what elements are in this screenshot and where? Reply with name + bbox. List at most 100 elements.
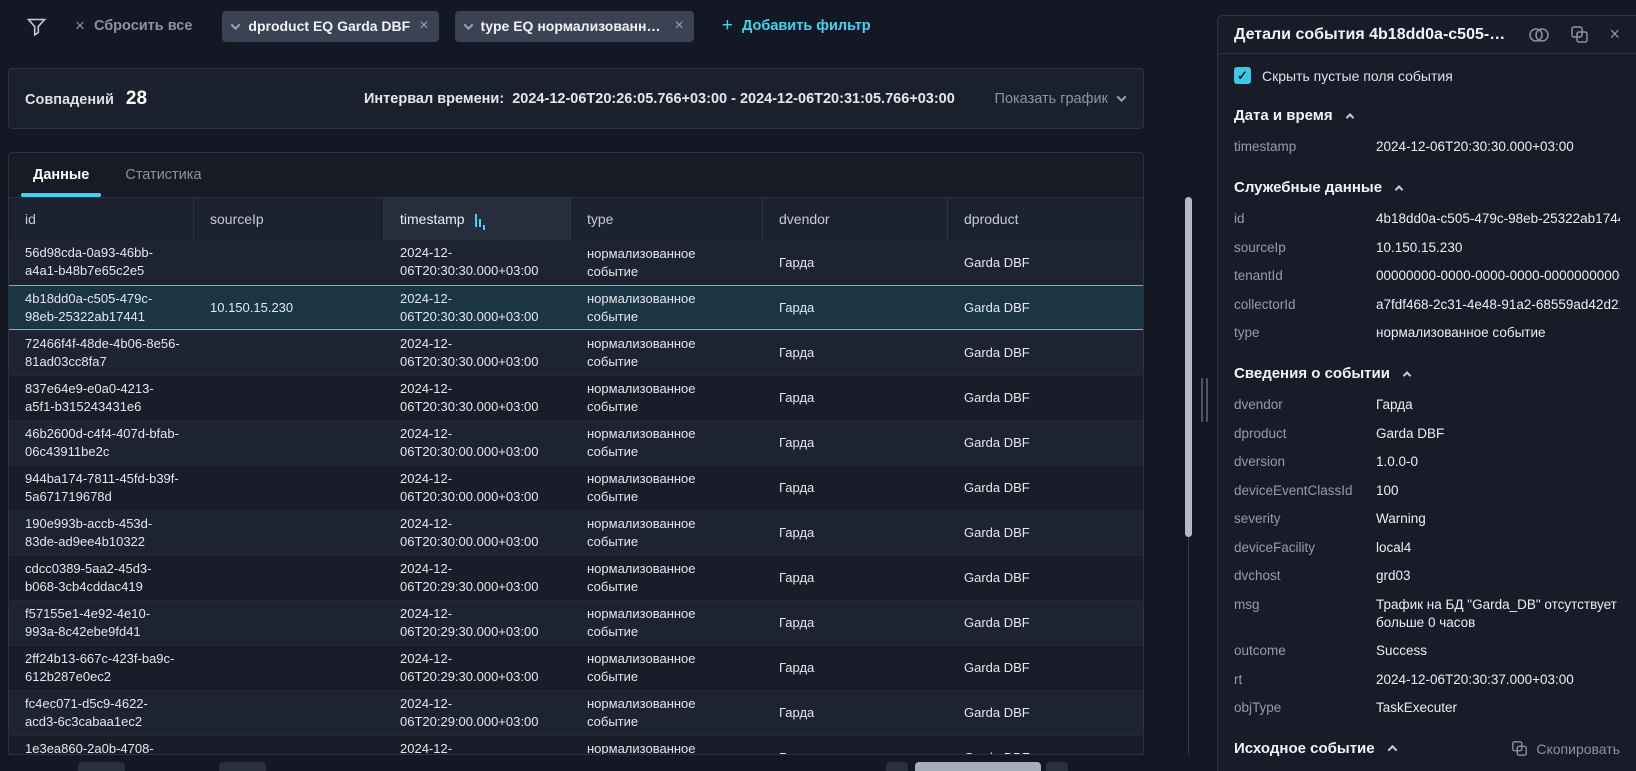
cell-sourceip: [194, 736, 384, 755]
cell-dproduct: Garda DBF: [948, 240, 1143, 285]
section-title: Служебные данные: [1234, 179, 1382, 196]
detail-field: type нормализованное событие: [1234, 324, 1620, 342]
field-value: grd03: [1376, 567, 1620, 585]
event-details-header: Детали события 4b18dd0a-c505-47… ×: [1218, 16, 1636, 54]
copy-source-event-button[interactable]: Скопировать: [1511, 740, 1620, 757]
table-row[interactable]: 837e64e9-e0a0-4213-a5f1-b315243431e6 202…: [9, 375, 1143, 420]
chevron-up-icon[interactable]: [1345, 113, 1353, 121]
column-header-dproduct[interactable]: dproduct: [948, 198, 1143, 240]
filter-chip-label: type EQ нормализованное с…: [481, 18, 666, 34]
tab-inactive[interactable]: Статистика: [121, 153, 205, 197]
cell-type: нормализованное событие: [571, 511, 763, 555]
table-row[interactable]: 72466f4f-48de-4b06-8e56-81ad03cc8fa7 202…: [9, 330, 1143, 375]
cell-timestamp: 2024-12-: [384, 736, 571, 755]
table-row[interactable]: 56d98cda-0a93-46bb-a4a1-b48b7e65c2e5 202…: [9, 240, 1143, 285]
pagination-button-partial[interactable]: [78, 762, 125, 771]
cell-type: нормализованное событие: [571, 421, 763, 465]
cell-dvendor: Гарда: [763, 331, 948, 375]
detail-section: Служебные данные id 4b18dd0a-c505-479c-9…: [1234, 179, 1620, 342]
copy-icon[interactable]: [1570, 25, 1589, 44]
filter-chip[interactable]: dproduct EQ Garda DBF ×: [222, 11, 438, 42]
cell-dvendor: Гарда: [763, 466, 948, 510]
table-row[interactable]: cdcc0389-5aa2-45d3-b068-3cb4cddac419 202…: [9, 555, 1143, 600]
cell-type: нормализованное событие: [571, 240, 763, 285]
cell-timestamp: 2024-12-06T20:30:00.000+03:00: [384, 421, 571, 465]
pagination-select-partial[interactable]: [915, 762, 1041, 771]
field-key: type: [1234, 324, 1376, 342]
sort-bars-icon[interactable]: [475, 213, 485, 227]
detail-field: severity Warning: [1234, 510, 1620, 528]
cell-timestamp: 2024-12-06T20:29:30.000+03:00: [384, 556, 571, 600]
field-key: id: [1234, 210, 1376, 228]
cell-timestamp: 2024-12-06T20:30:00.000+03:00: [384, 511, 571, 555]
table-row[interactable]: f57155e1-4e92-4e10-993a-8c42ebe9fd41 202…: [9, 600, 1143, 645]
table-row[interactable]: 46b2600d-c4f4-407d-bfab-06c43911be2c 202…: [9, 420, 1143, 465]
cell-dproduct: Garda DBF: [948, 646, 1143, 690]
chevron-down-icon[interactable]: [463, 20, 473, 30]
tab-active[interactable]: Данные: [29, 153, 93, 197]
table-row[interactable]: 190e993b-accb-453d-83de-ad9ee4b10322 202…: [9, 510, 1143, 555]
table-row[interactable]: 1e3ea860-2a0b-4708-8b32- 2024-12- нормал…: [9, 735, 1143, 755]
hide-empty-fields-checkbox[interactable]: ✓: [1234, 67, 1251, 84]
chevron-up-icon[interactable]: [1387, 745, 1397, 755]
remove-filter-icon[interactable]: ×: [419, 17, 428, 35]
field-value: Success: [1376, 642, 1620, 660]
remove-filter-icon[interactable]: ×: [675, 17, 684, 35]
field-value: 100: [1376, 482, 1620, 500]
pagination-button-partial[interactable]: [1046, 762, 1068, 771]
cell-type: нормализованное событие: [571, 646, 763, 690]
chevron-up-icon[interactable]: [1403, 371, 1411, 379]
cell-timestamp: 2024-12-06T20:30:30.000+03:00: [384, 286, 571, 329]
panel-resize-handle[interactable]: [1201, 378, 1208, 422]
detail-sections: Дата и время timestamp 2024-12-06T20:30:…: [1234, 107, 1620, 717]
pagination-button-partial[interactable]: [886, 762, 908, 771]
correlation-circles-icon[interactable]: [1528, 26, 1550, 44]
add-filter-button[interactable]: + Добавить фильтр: [722, 15, 871, 37]
table-row[interactable]: 2ff24b13-667c-423f-ba9c-612b287e0ec2 202…: [9, 645, 1143, 690]
filter-chip[interactable]: type EQ нормализованное с… ×: [455, 11, 694, 42]
events-table-card: Данные Статистика idsourceIptimestamptype…: [8, 152, 1144, 755]
table-row[interactable]: 4b18dd0a-c505-479c-98eb-25322ab17441 10.…: [9, 285, 1143, 330]
cell-dvendor: Гарда: [763, 736, 948, 755]
column-header-timestamp[interactable]: timestamp: [384, 198, 571, 240]
field-value: Трафик на БД "Garda_DB" отсутствует боль…: [1376, 596, 1620, 632]
field-key: dversion: [1234, 453, 1376, 471]
detail-field: rt 2024-12-06T20:30:37.000+03:00: [1234, 671, 1620, 689]
filter-bar: × Сбросить все dproduct EQ Garda DBF × t…: [0, 0, 1196, 52]
table-row[interactable]: 944ba174-7811-45fd-b39f-5a671719678d 202…: [9, 465, 1143, 510]
hide-empty-fields-label: Скрыть пустые поля события: [1262, 68, 1453, 84]
table-row[interactable]: fc4ec071-d5c9-4622-acd3-6c3cabaa1ec2 202…: [9, 690, 1143, 735]
chevron-down-icon[interactable]: [231, 20, 241, 30]
detail-field: msg Трафик на БД "Garda_DB" отсутствует …: [1234, 596, 1620, 632]
time-interval-label: Интервал времени:: [364, 91, 504, 107]
column-header-dvendor[interactable]: dvendor: [763, 198, 948, 240]
field-value: 1.0.0-0: [1376, 453, 1620, 471]
cell-sourceip: [194, 421, 384, 465]
column-header-type[interactable]: type: [571, 198, 763, 240]
cell-sourceip: [194, 511, 384, 555]
cell-type: нормализованное событие: [571, 601, 763, 645]
detail-field: outcome Success: [1234, 642, 1620, 660]
close-icon[interactable]: ×: [1609, 24, 1620, 45]
reset-all-filters-button[interactable]: × Сбросить все: [75, 16, 192, 36]
show-chart-button[interactable]: Показать график: [995, 91, 1125, 107]
cell-type: нормализованное событие: [571, 556, 763, 600]
section-title: Дата и время: [1234, 107, 1333, 124]
column-header-sourceip[interactable]: sourceIp: [194, 198, 384, 240]
filter-chips: dproduct EQ Garda DBF × type EQ нормализ…: [222, 11, 693, 42]
field-value: local4: [1376, 539, 1620, 557]
pagination-button-partial[interactable]: [219, 762, 266, 771]
cell-sourceip: [194, 601, 384, 645]
cell-sourceip: 10.150.15.230: [194, 286, 384, 329]
cell-sourceip: [194, 691, 384, 735]
field-value: 10.150.15.230: [1376, 239, 1620, 257]
vertical-scrollbar-thumb[interactable]: [1185, 197, 1192, 537]
column-header-id[interactable]: id: [9, 198, 194, 240]
cell-dvendor: Гарда: [763, 240, 948, 285]
chevron-up-icon[interactable]: [1395, 185, 1403, 193]
cell-id: fc4ec071-d5c9-4622-acd3-6c3cabaa1ec2: [9, 691, 194, 735]
field-key: severity: [1234, 510, 1376, 528]
reset-all-label: Сбросить все: [94, 18, 192, 34]
field-key: msg: [1234, 596, 1376, 632]
field-key: sourceIp: [1234, 239, 1376, 257]
